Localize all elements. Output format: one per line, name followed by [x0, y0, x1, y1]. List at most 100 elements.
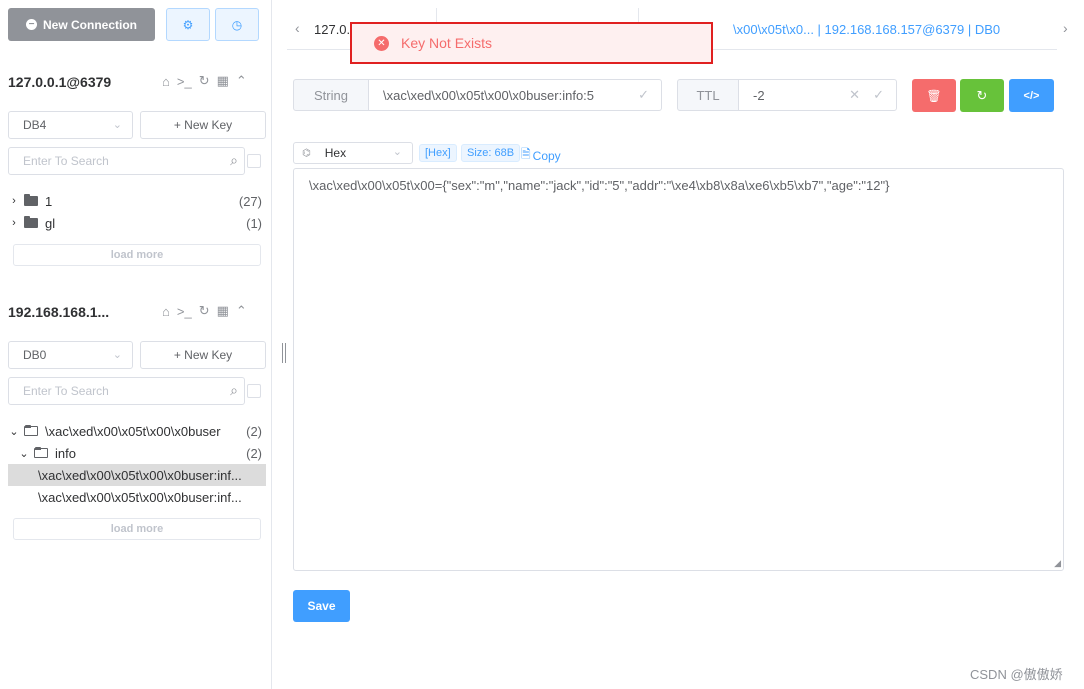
tree-folder-count: (2)	[246, 445, 262, 461]
chevron-up-icon[interactable]: ⌃	[236, 73, 247, 89]
tree-key-row[interactable]: \xac\xed\x00\x05t\x00\x0buser:inf...	[8, 486, 266, 508]
new-key-button-1[interactable]: + New Key	[140, 111, 266, 139]
sitemap-icon: ⌬	[302, 147, 311, 159]
ttl-value: -2	[753, 87, 765, 103]
chevron-down-icon: ⌄	[112, 349, 122, 361]
load-more-button-1[interactable]: load more	[13, 244, 261, 266]
tab-active-label: \x00\x05t\x0... | 192.168.168.157@6379 |…	[733, 21, 1001, 37]
new-connection-button[interactable]: − New Connection	[8, 8, 155, 41]
settings-button[interactable]: ⚙	[166, 8, 210, 41]
folder-icon	[24, 194, 38, 206]
new-connection-label: New Connection	[42, 17, 137, 32]
key-name-input[interactable]: \xac\xed\x00\x05t\x00\x0buser:info:5 ✓	[368, 79, 662, 111]
load-more-button-2[interactable]: load more	[13, 518, 261, 540]
chevron-down-icon: ⌄	[112, 119, 122, 131]
refresh-icon: ↻	[976, 87, 988, 103]
dump-command-button[interactable]: </>	[1009, 79, 1054, 112]
search-placeholder: Enter To Search	[23, 154, 109, 168]
exact-search-checkbox-2[interactable]	[247, 384, 261, 398]
tree-key-label: \xac\xed\x00\x05t\x00\x0buser:inf...	[38, 489, 242, 505]
ttl-label: TTL	[677, 79, 739, 111]
ttl-input[interactable]: -2 ✕ ✓	[738, 79, 897, 111]
format-select[interactable]: ⌬ Hex ⌄	[293, 142, 413, 164]
chevron-down-icon: ⌄	[19, 447, 29, 460]
db-select-2[interactable]: DB0 ⌄	[8, 341, 133, 369]
tree-folder-row[interactable]: › 1 (27)	[8, 190, 266, 212]
size-tag: Size: 68B	[461, 144, 521, 162]
tree-folder-count: (1)	[246, 215, 262, 231]
hex-tag: [Hex]	[419, 144, 457, 162]
toast-message: Key Not Exists	[401, 35, 493, 51]
chevron-up-icon[interactable]: ⌃	[236, 303, 247, 319]
delete-key-button[interactable]: 🗑	[912, 79, 956, 112]
save-label: Save	[307, 599, 336, 613]
clock-icon: ◷	[231, 17, 243, 32]
grid-icon[interactable]: ▦	[217, 73, 229, 89]
tree-folder-row[interactable]: ⌄ info (2)	[8, 442, 266, 464]
new-key-label: + New Key	[173, 348, 233, 362]
tree-folder-row[interactable]: ⌄ \xac\xed\x00\x05t\x00\x0buser (2)	[8, 420, 266, 442]
ttl-label-text: TTL	[696, 87, 720, 103]
refresh-key-button[interactable]: ↻	[960, 79, 1004, 112]
code-icon: </>	[1023, 89, 1040, 102]
key-name-value: \xac\xed\x00\x05t\x00\x0buser:info:5	[383, 87, 595, 103]
folder-open-icon	[34, 447, 48, 458]
home-icon[interactable]: ⌂	[162, 74, 170, 89]
search-icon: ⌕	[230, 152, 238, 168]
watermark: CSDN @傲傲娇	[970, 667, 1063, 682]
folder-open-icon	[24, 425, 38, 436]
plus-circle-icon: −	[25, 19, 37, 30]
chevron-right-icon: ›	[12, 195, 16, 207]
copy-label: Copy	[532, 148, 561, 163]
key-search-input-2[interactable]: Enter To Search ⌕	[8, 377, 245, 405]
tree-folder-row[interactable]: › gl (1)	[8, 212, 266, 234]
connection-actions-2: ⌂ >_ ↻ ▦ ⌃	[162, 303, 247, 319]
trash-icon: 🗑	[926, 88, 942, 103]
chevron-right-icon: ›	[12, 217, 16, 229]
error-toast: ✕ Key Not Exists	[350, 22, 713, 64]
value-textarea[interactable]: \xac\xed\x00\x05t\x00={"sex":"m","name":…	[293, 168, 1064, 571]
connection-title-2[interactable]: 192.168.168.1...	[8, 304, 109, 320]
tree-folder-label: info	[55, 445, 76, 461]
terminal-icon[interactable]: >_	[177, 74, 192, 89]
tab-scroll-left-icon[interactable]: ‹	[295, 20, 300, 36]
key-type-label: String	[293, 79, 369, 111]
db-select-value: DB0	[23, 348, 47, 362]
tree-folder-label: 1	[45, 193, 53, 209]
clear-icon[interactable]: ✕	[849, 87, 860, 103]
document-icon: 🗎	[521, 147, 531, 161]
tree-key-row-selected[interactable]: \xac\xed\x00\x05t\x00\x0buser:inf...	[8, 464, 266, 486]
value-content: \xac\xed\x00\x05t\x00={"sex":"m","name":…	[309, 178, 890, 193]
exact-search-checkbox-1[interactable]	[247, 154, 261, 168]
check-icon[interactable]: ✓	[638, 87, 649, 103]
key-type-text: String	[314, 87, 348, 103]
error-circle-icon: ✕	[374, 35, 389, 51]
resize-grip-icon[interactable]: ◢	[1054, 558, 1061, 569]
settings-icon: ⚙	[182, 17, 194, 32]
chevron-down-icon: ⌄	[392, 146, 402, 158]
tree-folder-label: \xac\xed\x00\x05t\x00\x0buser	[45, 423, 221, 439]
connection-title-1[interactable]: 127.0.0.1@6379	[8, 74, 111, 90]
check-icon[interactable]: ✓	[873, 87, 884, 103]
save-button[interactable]: Save	[293, 590, 350, 622]
db-select-1[interactable]: DB4 ⌄	[8, 111, 133, 139]
new-key-label: + New Key	[173, 118, 233, 132]
copy-button[interactable]: 🗎 Copy	[521, 145, 561, 166]
tab-first-label: 127.0.	[314, 21, 351, 37]
new-key-button-2[interactable]: + New Key	[140, 341, 266, 369]
grid-icon[interactable]: ▦	[217, 303, 229, 319]
search-icon: ⌕	[230, 382, 238, 398]
terminal-icon[interactable]: >_	[177, 304, 192, 319]
key-search-input-1[interactable]: Enter To Search ⌕	[8, 147, 245, 175]
sidebar: − New Connection ⚙ ◷ 127.0.0.1@6379 ⌂ >_…	[0, 0, 272, 689]
search-placeholder: Enter To Search	[23, 384, 109, 398]
resize-handle[interactable]	[282, 343, 286, 363]
home-icon[interactable]: ⌂	[162, 304, 170, 319]
refresh-icon[interactable]: ↻	[199, 303, 210, 319]
connection-actions-1: ⌂ >_ ↻ ▦ ⌃	[162, 73, 247, 89]
tab-scroll-right-icon[interactable]: ›	[1063, 20, 1068, 36]
history-button[interactable]: ◷	[215, 8, 259, 41]
db-select-value: DB4	[23, 118, 47, 132]
tree-folder-count: (2)	[246, 423, 262, 439]
refresh-icon[interactable]: ↻	[199, 73, 210, 89]
